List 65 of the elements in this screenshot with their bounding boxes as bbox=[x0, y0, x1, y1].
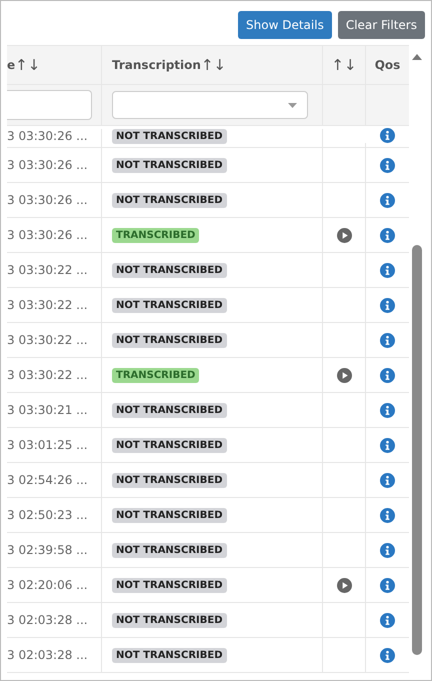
status-badge: TRANSCRIBED bbox=[112, 228, 200, 242]
status-badge: NOT TRANSCRIBED bbox=[112, 332, 227, 348]
time-cell: 3 03:30:22 ... bbox=[7, 298, 88, 312]
sort-icon[interactable]: ↑↓ bbox=[15, 56, 40, 74]
time-cell: 3 02:50:23 ... bbox=[7, 508, 88, 522]
info-icon[interactable] bbox=[380, 332, 395, 348]
time-cell: 3 02:54:26 ... bbox=[7, 473, 88, 487]
time-cell: 3 02:20:06 ... bbox=[7, 578, 88, 592]
play-icon[interactable] bbox=[336, 228, 352, 242]
info-icon[interactable] bbox=[380, 578, 395, 592]
info-icon[interactable] bbox=[380, 648, 395, 662]
info-icon[interactable] bbox=[380, 368, 395, 382]
time-cell: 3 03:30:26 ... bbox=[7, 228, 88, 242]
time-cell: 3 02:03:28 ... bbox=[7, 613, 88, 627]
info-icon[interactable] bbox=[380, 542, 395, 558]
time-cell: 3 03:30:26 ... bbox=[7, 158, 88, 172]
info-icon[interactable] bbox=[380, 508, 395, 522]
status-badge: NOT TRANSCRIBED bbox=[112, 472, 227, 488]
time-cell: 3 03:30:21 ... bbox=[7, 403, 88, 417]
status-badge: NOT TRANSCRIBED bbox=[112, 508, 227, 522]
time-cell: 3 03:01:25 ... bbox=[7, 438, 88, 452]
info-icon[interactable] bbox=[380, 298, 395, 312]
info-icon[interactable] bbox=[380, 612, 395, 628]
status-badge: NOT TRANSCRIBED bbox=[112, 298, 227, 312]
header-label: Transcription bbox=[112, 58, 201, 72]
info-icon[interactable] bbox=[380, 192, 395, 208]
column-header[interactable]: Qos bbox=[366, 46, 409, 84]
status-badge: NOT TRANSCRIBED bbox=[112, 158, 227, 172]
play-icon[interactable] bbox=[336, 578, 352, 592]
time-cell: 3 03:30:22 ... bbox=[7, 368, 88, 382]
info-icon[interactable] bbox=[380, 128, 395, 143]
sort-icon[interactable]: ↑↓ bbox=[331, 56, 357, 74]
caret-icon bbox=[288, 102, 297, 108]
status-badge: NOT TRANSCRIBED bbox=[112, 612, 227, 628]
time-cell: 3 03:30:22 ... bbox=[7, 263, 88, 277]
time-cell: 3 03:30:26 ... bbox=[7, 193, 88, 207]
status-badge: NOT TRANSCRIBED bbox=[112, 192, 227, 208]
time-cell: 3 02:03:28 ... bbox=[7, 648, 88, 662]
column-header[interactable]: e↑↓ bbox=[7, 46, 102, 84]
info-icon[interactable] bbox=[380, 438, 395, 452]
status-badge: NOT TRANSCRIBED bbox=[112, 262, 227, 278]
show-details-button[interactable]: Show Details bbox=[238, 11, 332, 39]
header-label: Qos bbox=[374, 58, 400, 72]
info-icon[interactable] bbox=[380, 262, 395, 278]
time-cell: 3 03:30:26 ... bbox=[7, 129, 88, 143]
info-icon[interactable] bbox=[380, 158, 395, 172]
column-header[interactable]: ↑↓ bbox=[323, 46, 366, 84]
status-badge: NOT TRANSCRIBED bbox=[112, 402, 227, 418]
header-label: e bbox=[7, 58, 16, 72]
status-badge: NOT TRANSCRIBED bbox=[112, 578, 227, 592]
time-cell: 3 03:30:22 ... bbox=[7, 333, 88, 347]
play-icon[interactable] bbox=[336, 368, 352, 382]
info-icon[interactable] bbox=[380, 402, 395, 418]
info-icon[interactable] bbox=[380, 472, 395, 488]
status-badge: TRANSCRIBED bbox=[112, 368, 200, 382]
status-badge: NOT TRANSCRIBED bbox=[112, 438, 227, 452]
sort-icon[interactable]: ↑↓ bbox=[200, 56, 226, 74]
status-badge: NOT TRANSCRIBED bbox=[112, 542, 227, 558]
column-header[interactable]: Transcription↑↓ bbox=[102, 46, 323, 84]
time-cell: 3 02:39:58 ... bbox=[7, 543, 88, 557]
info-icon[interactable] bbox=[380, 228, 395, 242]
filter-field[interactable] bbox=[7, 90, 92, 120]
status-badge: NOT TRANSCRIBED bbox=[112, 648, 227, 662]
clear-filters-button[interactable]: Clear Filters bbox=[338, 11, 425, 39]
status-badge: NOT TRANSCRIBED bbox=[112, 129, 227, 144]
